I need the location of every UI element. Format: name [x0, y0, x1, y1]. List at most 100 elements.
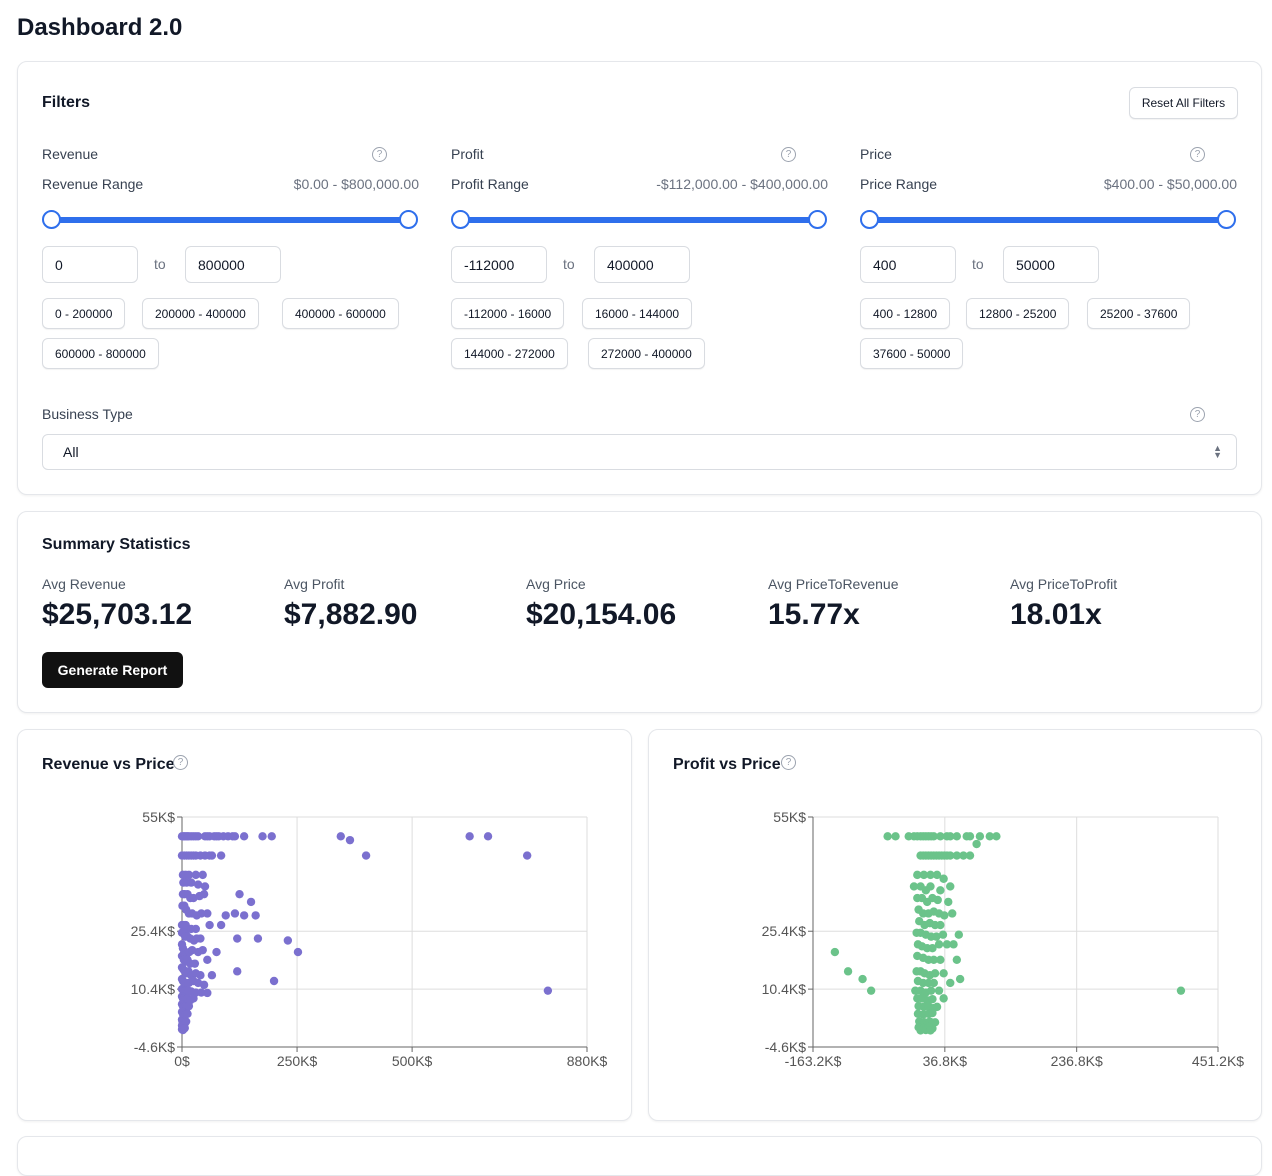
scatter-point — [975, 832, 985, 841]
scatter-point — [946, 882, 955, 891]
price-preset-button[interactable]: 37600 - 50000 — [860, 338, 964, 369]
next-card — [17, 1136, 1262, 1176]
scatter-point — [233, 934, 242, 943]
y-tick-label: 25.4K$ — [131, 923, 176, 939]
scatter-point — [221, 911, 230, 920]
revenue-slider-max-handle[interactable] — [399, 210, 418, 229]
business-type-label: Business Type — [42, 406, 133, 422]
scatter-point — [926, 882, 935, 891]
x-tick-label: -163.2K$ — [785, 1053, 842, 1069]
profit-range-value: -$112,000.00 - $400,000.00 — [656, 176, 828, 192]
profit-slider-track[interactable] — [461, 217, 818, 223]
x-tick-label: 451.2K$ — [1192, 1053, 1244, 1069]
scatter-point — [200, 882, 210, 891]
x-tick-label: 500K$ — [392, 1053, 433, 1069]
scatter-point — [939, 874, 948, 883]
price-min-input[interactable]: 400 — [860, 246, 956, 283]
profit-range-label: Profit Range — [451, 176, 529, 192]
scatter-point — [199, 980, 209, 990]
summary-card: Summary Statistics Avg Revenue $25,703.1… — [17, 511, 1262, 713]
profit-preset-button[interactable]: -112000 - 16000 — [451, 298, 565, 329]
scatter-point — [883, 832, 892, 841]
scatter-point — [939, 994, 948, 1003]
scatter-point — [948, 909, 957, 918]
profit-help-icon[interactable]: ? — [781, 147, 796, 162]
revenue-min-input[interactable]: 0 — [42, 246, 138, 283]
scatter-point — [196, 971, 205, 980]
stat-value: 15.77x — [768, 598, 860, 631]
revenue-label: Revenue — [42, 146, 99, 162]
x-tick-label: 0$ — [174, 1053, 190, 1069]
profit-slider-min-handle[interactable] — [451, 210, 470, 229]
scatter-point — [198, 870, 207, 880]
profit-preset-button[interactable]: 272000 - 400000 — [588, 338, 705, 369]
revenue-vs-price-chart: 0$ 250K$ 500K$ 880K$ -4.6K$ 10.4K$ 25.4K$ 55K$ — [131, 809, 608, 1069]
scatter-point — [946, 978, 955, 988]
scatter-point — [934, 940, 944, 949]
scatter-point — [283, 936, 293, 945]
scatter-point — [345, 835, 355, 845]
scatter-point — [205, 920, 214, 930]
profit-preset-button[interactable]: 16000 - 144000 — [582, 298, 693, 329]
scatter-point — [189, 994, 198, 1003]
y-tick-label: 10.4K$ — [131, 981, 176, 997]
revenue-help-icon[interactable]: ? — [372, 147, 387, 162]
scatter-point — [207, 851, 217, 860]
business-type-help-icon[interactable]: ? — [1190, 407, 1205, 422]
price-help-icon[interactable]: ? — [1190, 147, 1205, 162]
scatter-point — [830, 947, 840, 957]
price-preset-button[interactable]: 400 - 12800 — [860, 298, 951, 329]
stat-avg-price-to-profit: Avg PriceToProfit 18.01x — [1010, 576, 1240, 632]
scatter-point — [952, 955, 962, 964]
scatter-point — [930, 969, 940, 978]
price-range-value: $400.00 - $50,000.00 — [1103, 176, 1237, 192]
scatter-point — [522, 851, 532, 860]
scatter-point — [934, 986, 944, 995]
stat-label: Avg PriceToProfit — [1010, 576, 1118, 592]
scatter-point — [858, 974, 867, 984]
price-slider-min-handle[interactable] — [860, 210, 879, 229]
x-tick-label: 250K$ — [277, 1053, 318, 1069]
scatter-point — [933, 895, 942, 905]
scatter-point — [891, 832, 900, 841]
chevron-updown-icon: ▲ ▼ — [1213, 443, 1222, 460]
revenue-preset-button[interactable]: 0 - 200000 — [42, 298, 126, 329]
scatter-point — [251, 911, 260, 920]
x-tick-label: 236.8K$ — [1051, 1053, 1103, 1069]
price-slider-track[interactable] — [870, 217, 1227, 223]
profit-max-input[interactable]: 400000 — [594, 246, 690, 283]
scatter-point — [938, 930, 948, 939]
generate-report-button[interactable]: Generate Report — [42, 652, 183, 688]
scatter-point — [939, 969, 948, 978]
profit-filter: Profit ? Profit Range -$112,000.00 - $40… — [451, 62, 828, 494]
profit-preset-button[interactable]: 144000 - 272000 — [451, 338, 568, 369]
y-tick-label: 25.4K$ — [762, 923, 807, 939]
price-preset-button[interactable]: 25200 - 37600 — [1087, 298, 1191, 329]
revenue-preset-button[interactable]: 600000 - 800000 — [42, 338, 159, 369]
scatter-point — [936, 920, 945, 930]
price-preset-button[interactable]: 12800 - 25200 — [966, 298, 1070, 329]
revenue-preset-button[interactable]: 200000 - 400000 — [142, 298, 259, 329]
revenue-preset-button[interactable]: 400000 - 600000 — [282, 298, 399, 329]
y-tick-label: 10.4K$ — [762, 981, 807, 997]
revenue-vs-price-card: Revenue vs Price ? 0$ 250K$ 500K$ 880K$ -4.6… — [17, 729, 632, 1121]
scatter-point — [233, 967, 242, 976]
revenue-to-label: to — [154, 256, 166, 272]
revenue-max-input[interactable]: 800000 — [185, 246, 281, 283]
y-tick-label: 55K$ — [142, 809, 175, 825]
revenue-slider-track[interactable] — [52, 217, 409, 223]
scatter-point — [929, 978, 938, 988]
x-tick-label: 880K$ — [567, 1053, 608, 1069]
revenue-slider-min-handle[interactable] — [42, 210, 61, 229]
scatter-point — [253, 934, 263, 943]
scatter-point — [972, 839, 981, 849]
stat-value: $7,882.90 — [284, 598, 418, 631]
business-type-select[interactable]: All ▲ ▼ — [42, 434, 1237, 470]
profit-slider-max-handle[interactable] — [808, 210, 827, 229]
price-max-input[interactable]: 50000 — [1003, 246, 1099, 283]
price-slider-max-handle[interactable] — [1217, 210, 1236, 229]
scatter-point — [954, 930, 964, 939]
scatter-point — [843, 967, 853, 976]
scatter-point — [196, 934, 205, 943]
profit-min-input[interactable]: -112000 — [451, 246, 547, 283]
